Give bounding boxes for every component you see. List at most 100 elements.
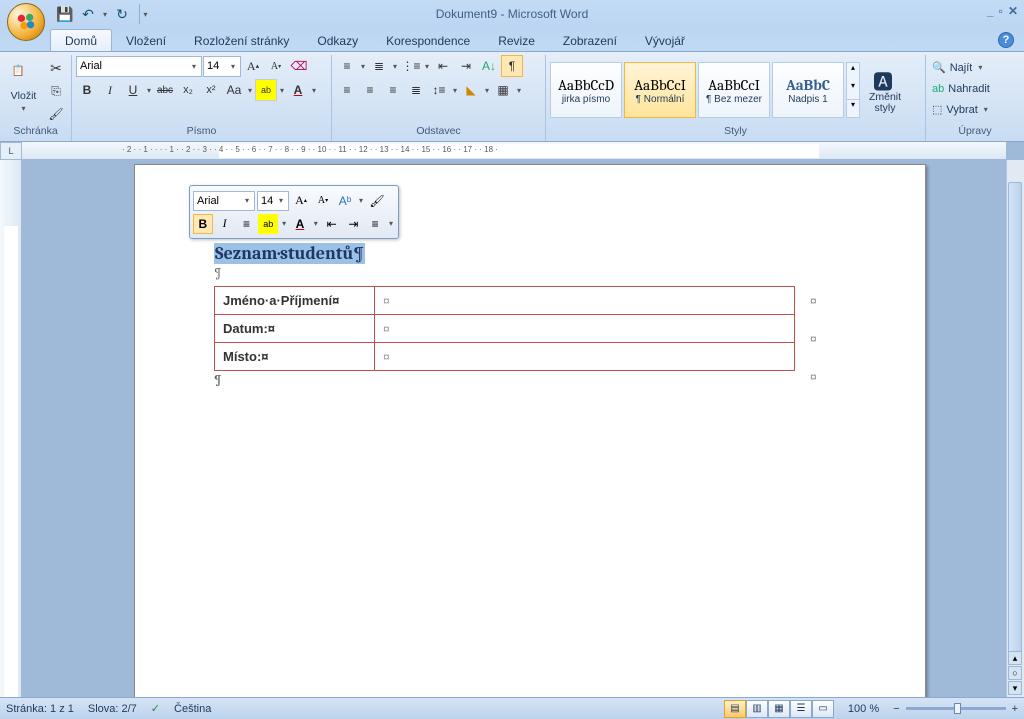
underline-button[interactable]: U bbox=[122, 79, 144, 101]
ruler-corner[interactable]: L bbox=[0, 142, 22, 160]
highlight-dropdown[interactable]: ▾ bbox=[278, 86, 286, 95]
prev-page-button[interactable]: ▴ bbox=[1008, 651, 1022, 665]
font-name-combo[interactable]: Arial▾ bbox=[76, 56, 202, 77]
outline-view[interactable]: ☰ bbox=[790, 700, 812, 718]
bullets-dropdown[interactable]: ▾ bbox=[359, 62, 367, 71]
tab-mailings[interactable]: Korespondence bbox=[372, 30, 484, 51]
mini-styles-button[interactable]: Aᵇ bbox=[335, 191, 355, 211]
save-icon[interactable]: 💾 bbox=[55, 4, 75, 24]
zoom-thumb[interactable] bbox=[954, 703, 961, 714]
superscript-button[interactable]: x² bbox=[200, 79, 222, 101]
tab-references[interactable]: Odkazy bbox=[303, 30, 372, 51]
multilevel-button[interactable]: ⋮≡ bbox=[400, 55, 422, 77]
next-page-button[interactable]: ▾ bbox=[1008, 681, 1022, 695]
grow-font-button[interactable]: A▴ bbox=[242, 55, 264, 77]
table-row[interactable]: Místo:¤¤ bbox=[215, 343, 795, 371]
format-painter-button[interactable]: 🖌 bbox=[45, 103, 67, 125]
cell-label[interactable]: Jméno·a·Příjmení¤ bbox=[215, 287, 375, 315]
numbering-dropdown[interactable]: ▾ bbox=[391, 62, 399, 71]
subscript-button[interactable]: x₂ bbox=[177, 79, 199, 101]
mini-fontcolor-button[interactable]: A bbox=[290, 214, 310, 234]
spacing-dropdown[interactable]: ▾ bbox=[451, 86, 459, 95]
status-page[interactable]: Stránka: 1 z 1 bbox=[6, 703, 74, 715]
mini-shrink-button[interactable]: A▾ bbox=[313, 191, 333, 211]
zoom-out-button[interactable]: − bbox=[893, 703, 899, 715]
web-view[interactable]: ▦ bbox=[768, 700, 790, 718]
vertical-ruler[interactable] bbox=[0, 160, 22, 697]
restore-button[interactable]: ▫ bbox=[999, 4, 1003, 18]
change-case-button[interactable]: Aa bbox=[223, 79, 245, 101]
align-left-button[interactable]: ≡ bbox=[336, 79, 358, 101]
cell-value[interactable]: ¤ bbox=[375, 287, 795, 315]
indent-decrease-button[interactable]: ⇤ bbox=[432, 55, 454, 77]
scroll-thumb[interactable] bbox=[1008, 182, 1022, 662]
bullets-button[interactable]: ≡ bbox=[336, 55, 358, 77]
undo-icon[interactable]: ↶ bbox=[78, 4, 98, 24]
student-table[interactable]: Jméno·a·Příjmení¤¤ Datum:¤¤ Místo:¤¤ bbox=[214, 286, 795, 371]
zoom-track[interactable] bbox=[906, 707, 1006, 710]
tab-home[interactable]: Domů bbox=[50, 29, 112, 51]
strike-button[interactable]: abc bbox=[154, 79, 176, 101]
table-row[interactable]: Datum:¤¤ bbox=[215, 315, 795, 343]
mini-painter-button[interactable]: 🖌 bbox=[367, 191, 387, 211]
find-button[interactable]: 🔍Najít▾ bbox=[930, 57, 992, 78]
mini-styles-dropdown[interactable]: ▾ bbox=[357, 196, 365, 205]
change-styles-button[interactable]: 🅰 Změnit styly bbox=[862, 57, 908, 123]
case-dropdown[interactable]: ▾ bbox=[246, 86, 254, 95]
tab-layout[interactable]: Rozložení stránky bbox=[180, 30, 303, 51]
table-row[interactable]: Jméno·a·Příjmení¤¤ bbox=[215, 287, 795, 315]
replace-button[interactable]: abNahradit bbox=[930, 78, 992, 99]
mini-highlight-dropdown[interactable]: ▾ bbox=[280, 219, 288, 228]
cut-button[interactable]: ✂ bbox=[45, 57, 67, 79]
redo-icon[interactable]: ↻ bbox=[112, 4, 132, 24]
reading-view[interactable]: ▥ bbox=[746, 700, 768, 718]
qat-customize[interactable]: ▾ bbox=[139, 4, 151, 24]
help-button[interactable]: ? bbox=[998, 32, 1014, 48]
font-color-dropdown[interactable]: ▾ bbox=[310, 86, 318, 95]
status-language[interactable]: Čeština bbox=[174, 703, 211, 715]
status-proof-icon[interactable]: ✓ bbox=[151, 702, 160, 715]
sort-button[interactable]: A↓ bbox=[478, 55, 500, 77]
document-content[interactable]: Seznam·studentů ¶ Jméno·a·Příjmení¤¤ Dat… bbox=[214, 243, 795, 389]
mini-italic-button[interactable]: I bbox=[215, 214, 235, 234]
vertical-scrollbar[interactable]: ▴ ○ ▾ bbox=[1006, 160, 1024, 697]
tab-review[interactable]: Revize bbox=[484, 30, 549, 51]
office-button[interactable] bbox=[7, 3, 45, 41]
mini-bold-button[interactable]: B bbox=[193, 214, 213, 234]
italic-button[interactable]: I bbox=[99, 79, 121, 101]
copy-button[interactable]: ⎘ bbox=[45, 80, 67, 102]
shrink-font-button[interactable]: A▾ bbox=[265, 55, 287, 77]
align-right-button[interactable]: ≡ bbox=[382, 79, 404, 101]
show-marks-button[interactable]: ¶ bbox=[501, 55, 523, 77]
close-button[interactable]: ✕ bbox=[1008, 4, 1018, 18]
clear-format-button[interactable]: ⌫ bbox=[288, 55, 310, 77]
style-normal[interactable]: AaBbCcI¶ Normální bbox=[624, 62, 696, 118]
align-center-button[interactable]: ≡ bbox=[359, 79, 381, 101]
mini-highlight-button[interactable]: ab bbox=[258, 214, 278, 234]
draft-view[interactable]: ▭ bbox=[812, 700, 834, 718]
justify-button[interactable]: ≣ bbox=[405, 79, 427, 101]
cell-value[interactable]: ¤ bbox=[375, 315, 795, 343]
style-no-spacing[interactable]: AaBbCcI¶ Bez mezer bbox=[698, 62, 770, 118]
mini-indent-inc-button[interactable]: ⇥ bbox=[344, 214, 364, 234]
tab-developer[interactable]: Vývojář bbox=[631, 30, 699, 51]
select-button[interactable]: ⬚Vybrat▾ bbox=[930, 99, 992, 120]
undo-dropdown[interactable]: ▾ bbox=[101, 4, 109, 24]
borders-button[interactable]: ▦ bbox=[492, 79, 514, 101]
mini-size-combo[interactable]: 14▾ bbox=[257, 191, 289, 211]
style-scroll[interactable]: ▴▾▾ bbox=[846, 62, 860, 118]
bold-button[interactable]: B bbox=[76, 79, 98, 101]
style-jirka[interactable]: AaBbCcDjirka písmo bbox=[550, 62, 622, 118]
mini-center-button[interactable]: ≡ bbox=[237, 214, 257, 234]
status-words[interactable]: Slova: 2/7 bbox=[88, 703, 137, 715]
mini-indent-dec-button[interactable]: ⇤ bbox=[322, 214, 342, 234]
shading-dropdown[interactable]: ▾ bbox=[483, 86, 491, 95]
paste-button[interactable]: 📋 Vložit ▾ bbox=[4, 55, 43, 121]
style-heading1[interactable]: AaBbCNadpis 1 bbox=[772, 62, 844, 118]
mini-bullets-dropdown[interactable]: ▾ bbox=[387, 219, 395, 228]
zoom-in-button[interactable]: + bbox=[1012, 703, 1018, 715]
font-size-combo[interactable]: 14▾ bbox=[203, 56, 241, 77]
mini-bullets-button[interactable]: ≡ bbox=[365, 214, 385, 234]
cell-label[interactable]: Datum:¤ bbox=[215, 315, 375, 343]
cell-value[interactable]: ¤ bbox=[375, 343, 795, 371]
